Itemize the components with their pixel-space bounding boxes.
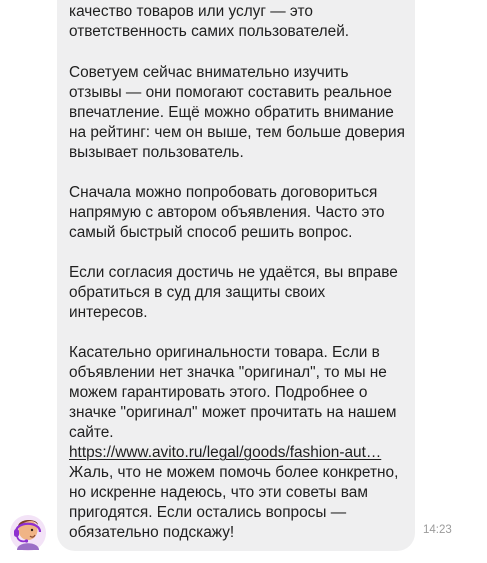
message-line: отзывы — они помогают составить реальное — [69, 84, 392, 101]
message-line: Советуем сейчас внимательно изучить — [69, 64, 349, 81]
message-line: Если согласия достичь не удаётся, вы впр… — [69, 264, 398, 281]
message-line: объявлении нет значка "оригинал", то мы … — [69, 364, 387, 381]
message-line: Касательно оригинальности товара. Если в — [69, 344, 380, 361]
message-line: напрямую с автором объявления. Часто это — [69, 204, 385, 221]
message-line: на рейтинг: чем он выше, тем больше дове… — [69, 124, 405, 141]
message-line: обязательно подскажу! — [69, 524, 235, 541]
message-line: впечатление. Ещё можно обратить внимание — [69, 104, 394, 121]
message-line: значке "оригинал" может прочитать на наш… — [69, 404, 397, 421]
message-timestamp: 14:23 — [423, 524, 452, 536]
message-line: вызывает пользователь. — [69, 144, 244, 161]
message-line: интересов. — [69, 304, 148, 321]
support-agent-avatar-icon[interactable] — [9, 510, 47, 552]
message-line: самый быстрый способ решить вопрос. — [69, 224, 353, 241]
message-line: Жаль, что не можем помочь более конкретн… — [69, 464, 399, 481]
message-line: обратиться в суд для защиты своих — [69, 284, 326, 301]
message-line: можем гарантировать этого. Подробнее о — [69, 384, 368, 401]
message-line: пригодятся. Если остались вопросы — — [69, 504, 347, 521]
message-line: сайте. — [69, 424, 114, 441]
message-link-line: https://www.avito.ru/legal/goods/fashion… — [69, 443, 381, 463]
message-bubble: качество товаров или услуг — это ответст… — [57, 0, 415, 551]
chat-area: качество товаров или услуг — это ответст… — [0, 0, 487, 563]
message-line: но искренне надеюсь, что эти советы вам — [69, 484, 368, 501]
message-line: Сначала можно попробовать договориться — [69, 184, 378, 201]
fashion-auth-link[interactable]: https://www.avito.ru/legal/goods/fashion… — [69, 444, 381, 461]
message-line: ответственность самих пользователей. — [69, 23, 350, 40]
message-line: качество товаров или услуг — это — [69, 3, 313, 20]
